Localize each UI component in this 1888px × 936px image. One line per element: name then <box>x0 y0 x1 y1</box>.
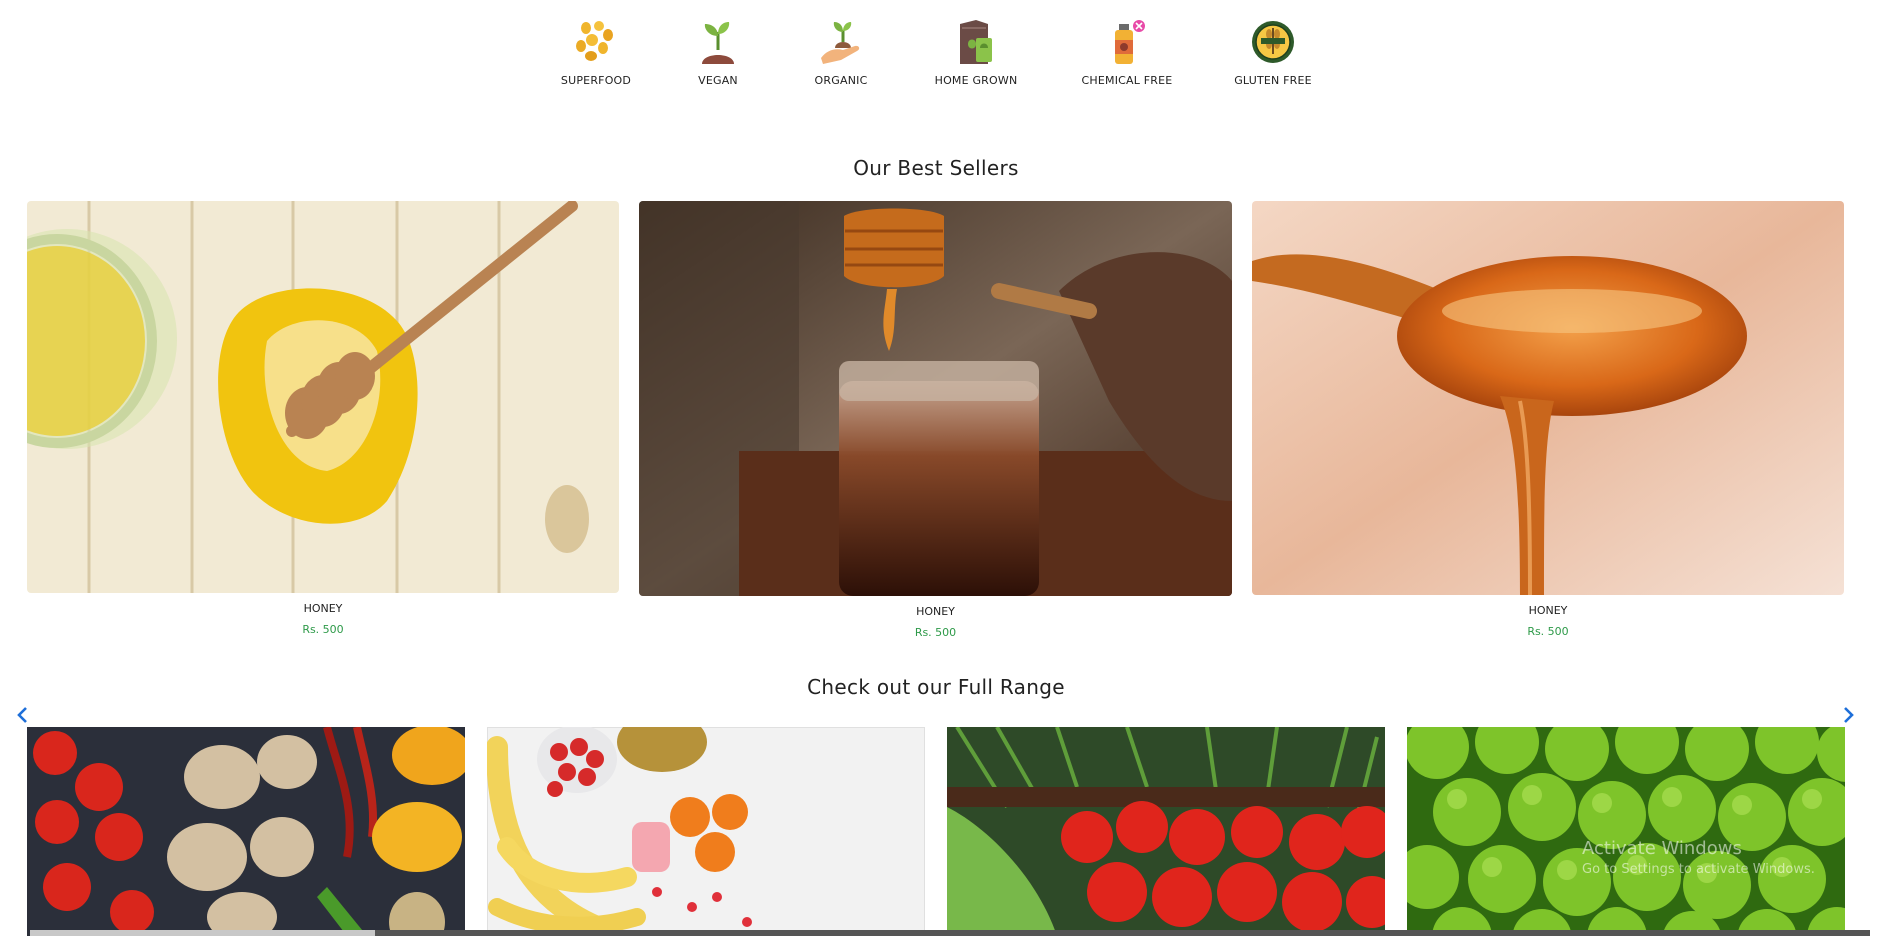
best-sellers-title: Our Best Sellers <box>853 156 1019 180</box>
product-card[interactable]: HONEY Rs. 500 <box>27 201 619 636</box>
product-price: Rs. 500 <box>914 626 957 639</box>
home-grown-bag-icon <box>960 20 992 64</box>
feature-label: SUPERFOOD <box>560 74 632 87</box>
range-tile-tomatoes[interactable] <box>947 727 1385 936</box>
product-name: HONEY <box>1528 604 1568 617</box>
feature-label: ORGANIC <box>814 74 868 87</box>
page: SUPERFOOD VEGAN ORGANIC HOME GROWN CHEMI… <box>0 0 1888 936</box>
feature-label: HOME GROWN <box>934 74 1018 87</box>
chevron-left-icon[interactable] <box>14 704 30 726</box>
range-tile-vegetables[interactable] <box>27 727 465 936</box>
chevron-right-icon[interactable] <box>1841 704 1857 726</box>
vegan-sprout-icon <box>702 22 734 64</box>
horizontal-scrollbar[interactable] <box>30 930 1870 936</box>
feature-home-grown[interactable]: HOME GROWN <box>921 18 1031 87</box>
product-image-honey-spoon[interactable] <box>1252 201 1844 595</box>
scrollbar-thumb[interactable] <box>30 930 375 936</box>
features-row: SUPERFOOD VEGAN ORGANIC HOME GROWN CHEMI… <box>0 18 1888 98</box>
range-tile-fruits[interactable] <box>487 727 925 936</box>
windows-activation-watermark: Activate Windows Go to Settings to activ… <box>1582 838 1815 877</box>
watermark-line-1: Activate Windows <box>1582 838 1742 859</box>
feature-vegan[interactable]: VEGAN <box>663 18 773 87</box>
feature-label: GLUTEN FREE <box>1234 74 1312 87</box>
feature-chemical-free[interactable]: CHEMICAL FREE <box>1072 18 1182 87</box>
watermark-line-2: Go to Settings to activate Windows. <box>1582 862 1815 877</box>
product-card[interactable]: HONEY Rs. 500 <box>639 201 1232 639</box>
feature-superfood[interactable]: SUPERFOOD <box>541 18 651 87</box>
full-range-title: Check out our Full Range <box>807 675 1065 699</box>
range-tile-green-apples[interactable] <box>1407 727 1845 936</box>
product-image-honey-dipper[interactable] <box>639 201 1232 596</box>
product-card[interactable]: HONEY Rs. 500 <box>1252 201 1844 638</box>
gluten-free-badge-icon <box>1252 21 1294 63</box>
feature-label: VEGAN <box>698 74 738 87</box>
product-price: Rs. 500 <box>1527 625 1569 638</box>
feature-label: CHEMICAL FREE <box>1081 74 1173 87</box>
feature-gluten-free[interactable]: GLUTEN FREE <box>1218 18 1328 87</box>
product-name: HONEY <box>916 605 955 618</box>
product-image-honey-jar[interactable] <box>27 201 619 593</box>
superfood-seeds-icon <box>576 21 613 61</box>
chemical-free-bottle-icon <box>1115 20 1145 64</box>
product-name: HONEY <box>303 602 343 615</box>
feature-organic[interactable]: ORGANIC <box>786 18 896 87</box>
organic-hand-sprout-icon <box>821 22 860 64</box>
product-price: Rs. 500 <box>302 623 344 636</box>
